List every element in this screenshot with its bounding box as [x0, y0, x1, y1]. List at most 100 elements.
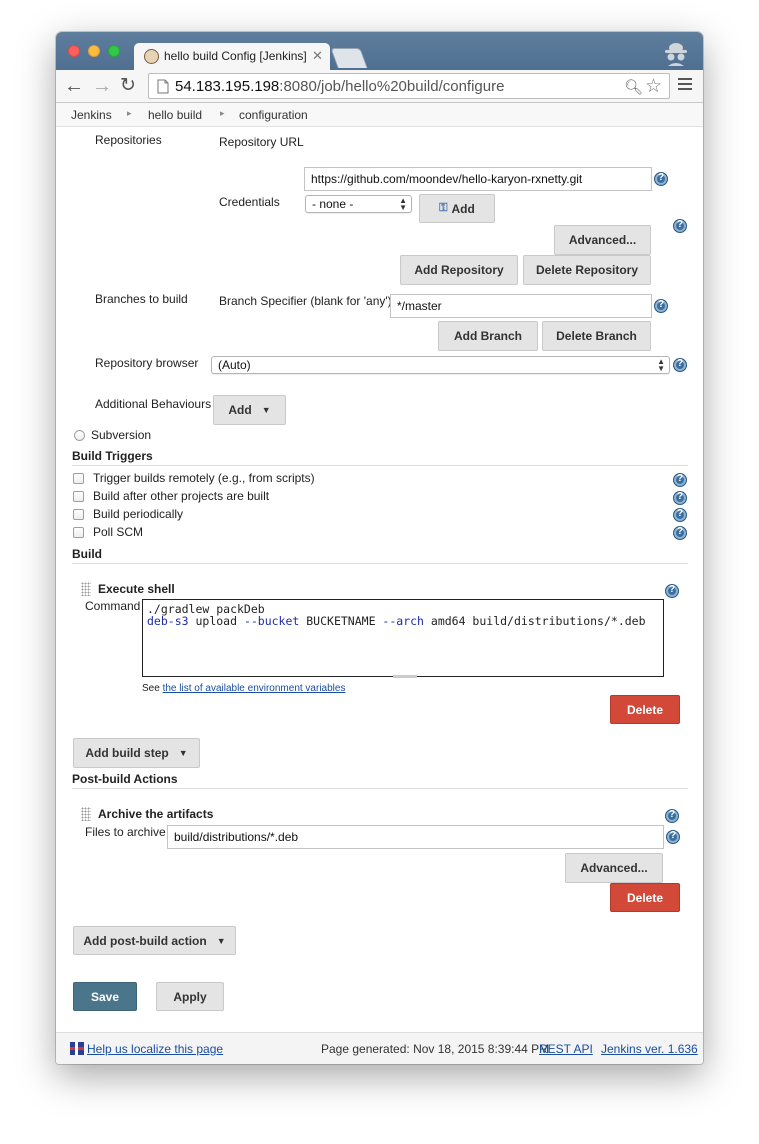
rest-api-link[interactable]: REST API [539, 1042, 593, 1056]
files-to-archive-help-icon[interactable] [666, 830, 680, 844]
page-generated-text: Page generated: Nov 18, 2015 8:39:44 PM [321, 1042, 550, 1056]
execute-shell-help-icon[interactable] [665, 584, 679, 598]
breadcrumb-separator-icon: ▸ [220, 108, 225, 118]
add-credentials-button[interactable]: ⚿ Add [419, 194, 495, 223]
env-vars-hint: See the list of available environment va… [142, 683, 346, 694]
command-textarea[interactable]: ./gradlew packDeb deb-s3 upload --bucket… [142, 599, 664, 678]
textarea-resize-handle[interactable] [393, 675, 417, 678]
browser-menu-icon[interactable] [678, 78, 692, 92]
advanced-repository-button[interactable]: Advanced... [554, 225, 651, 255]
select-arrows-icon: ▲ ▼ [399, 196, 407, 212]
branch-specifier-input[interactable]: */master [390, 294, 652, 318]
delete-post-build-button[interactable]: Delete [610, 883, 680, 912]
jenkins-version-link[interactable]: Jenkins ver. 1.636 [601, 1042, 698, 1056]
browser-window: hello build Config [Jenkins] ✕ ← → ↻ 54.… [56, 32, 703, 1064]
repository-url-input[interactable]: https://github.com/moondev/hello-karyon-… [304, 167, 652, 191]
credentials-help-icon[interactable] [673, 219, 687, 233]
tab-title: hello build Config [Jenkins] [164, 49, 307, 63]
delete-build-step-button[interactable]: Delete [610, 695, 680, 724]
address-bar[interactable]: 54.183.195.198:8080/job/hello%20build/co… [148, 73, 670, 99]
add-credentials-label: Add [451, 201, 475, 216]
add-post-build-action-label: Add post-build action [83, 933, 207, 948]
build-periodically-checkbox[interactable] [73, 509, 84, 520]
poll-scm-checkbox[interactable] [73, 527, 84, 538]
post-build-title: Post-build Actions [72, 772, 178, 786]
forward-arrow-icon[interactable]: → [92, 75, 112, 97]
execute-shell-title: Execute shell [98, 582, 175, 596]
files-to-archive-input[interactable]: build/distributions/*.deb [167, 825, 664, 849]
subversion-label: Subversion [91, 428, 152, 442]
build-after-checkbox[interactable] [73, 491, 84, 502]
additional-add-label: Add [228, 403, 252, 417]
branch-specifier-label: Branch Specifier (blank for 'any') [219, 294, 392, 308]
add-branch-button[interactable]: Add Branch [438, 321, 538, 351]
page-footer: Help us localize this page Page generate… [56, 1032, 703, 1064]
repository-url-help-icon[interactable] [654, 172, 668, 186]
build-title: Build [72, 547, 102, 561]
additional-behaviours-label: Additional Behaviours [95, 397, 212, 411]
zoom-icon[interactable]: 🔍︎ [624, 78, 643, 96]
archive-artifacts-help-icon[interactable] [665, 809, 679, 823]
key-icon: ⚿ [439, 202, 448, 214]
dropdown-caret-icon: ▼ [178, 748, 188, 758]
dropdown-caret-icon: ▼ [261, 405, 271, 415]
save-button[interactable]: Save [73, 982, 137, 1011]
repository-browser-value: (Auto) [218, 358, 251, 372]
reload-icon[interactable]: ↻ [120, 75, 136, 97]
trigger-remote-checkbox[interactable] [73, 473, 84, 484]
delete-branch-button[interactable]: Delete Branch [542, 321, 651, 351]
trigger-remote-label: Trigger builds remotely (e.g., from scri… [93, 471, 315, 485]
apply-button[interactable]: Apply [156, 982, 224, 1011]
repository-url-label: Repository URL [219, 135, 304, 149]
repository-browser-help-icon[interactable] [673, 358, 687, 372]
build-after-help-icon[interactable] [673, 491, 687, 505]
credentials-label: Credentials [219, 195, 280, 209]
section-divider [72, 563, 688, 564]
close-window-button[interactable] [68, 45, 80, 57]
poll-scm-help-icon[interactable] [673, 526, 687, 540]
repository-browser-label: Repository browser [95, 356, 199, 370]
trigger-remote-help-icon[interactable] [673, 473, 687, 487]
back-arrow-icon[interactable]: ← [64, 75, 84, 97]
add-build-step-label: Add build step [85, 746, 169, 760]
env-vars-link[interactable]: the list of available environment variab… [163, 683, 346, 694]
incognito-icon [665, 43, 687, 66]
repositories-label: Repositories [95, 133, 162, 147]
subversion-radio[interactable] [74, 430, 85, 441]
branch-specifier-help-icon[interactable] [654, 299, 668, 313]
maximize-window-button[interactable] [108, 45, 120, 57]
drag-handle-icon[interactable] [81, 582, 91, 596]
minimize-window-button[interactable] [88, 45, 100, 57]
advanced-archive-button[interactable]: Advanced... [565, 853, 663, 883]
build-periodically-help-icon[interactable] [673, 508, 687, 522]
localize-link[interactable]: Help us localize this page [87, 1042, 223, 1056]
browser-toolbar: ← → ↻ 54.183.195.198:8080/job/hello%20bu… [56, 70, 703, 103]
add-build-step-button[interactable]: Add build step ▼ [73, 738, 200, 768]
delete-repository-button[interactable]: Delete Repository [523, 255, 651, 285]
drag-handle-icon[interactable] [81, 807, 91, 821]
additional-behaviours-add-button[interactable]: Add ▼ [213, 395, 286, 425]
add-repository-button[interactable]: Add Repository [400, 255, 518, 285]
jenkins-favicon-icon [144, 49, 159, 64]
credentials-select-value: - none - [312, 197, 354, 211]
repository-browser-select[interactable]: (Auto) ▲ ▼ [211, 356, 670, 374]
poll-scm-label: Poll SCM [93, 525, 144, 539]
breadcrumb-configuration[interactable]: configuration [239, 108, 308, 122]
add-post-build-action-button[interactable]: Add post-build action ▼ [73, 926, 236, 955]
branches-label: Branches to build [95, 292, 188, 306]
credentials-select[interactable]: - none - ▲ ▼ [305, 195, 412, 213]
breadcrumb-separator-icon: ▸ [127, 108, 132, 118]
build-triggers-title: Build Triggers [72, 449, 153, 463]
section-divider [72, 788, 688, 789]
tab-strip: hello build Config [Jenkins] ✕ [56, 32, 703, 70]
breadcrumb-job[interactable]: hello build [148, 108, 202, 122]
breadcrumb: Jenkins ▸ hello build ▸ configuration [56, 103, 703, 127]
breadcrumb-jenkins[interactable]: Jenkins [71, 108, 112, 122]
bookmark-star-icon[interactable]: ☆ [645, 75, 662, 98]
tab-close-icon[interactable]: ✕ [312, 48, 323, 64]
select-arrows-icon: ▲ ▼ [657, 357, 665, 373]
browser-tab[interactable]: hello build Config [Jenkins] ✕ [134, 43, 330, 70]
command-label: Command [85, 599, 141, 613]
flag-icon [70, 1042, 84, 1055]
new-tab-button[interactable] [330, 48, 368, 68]
